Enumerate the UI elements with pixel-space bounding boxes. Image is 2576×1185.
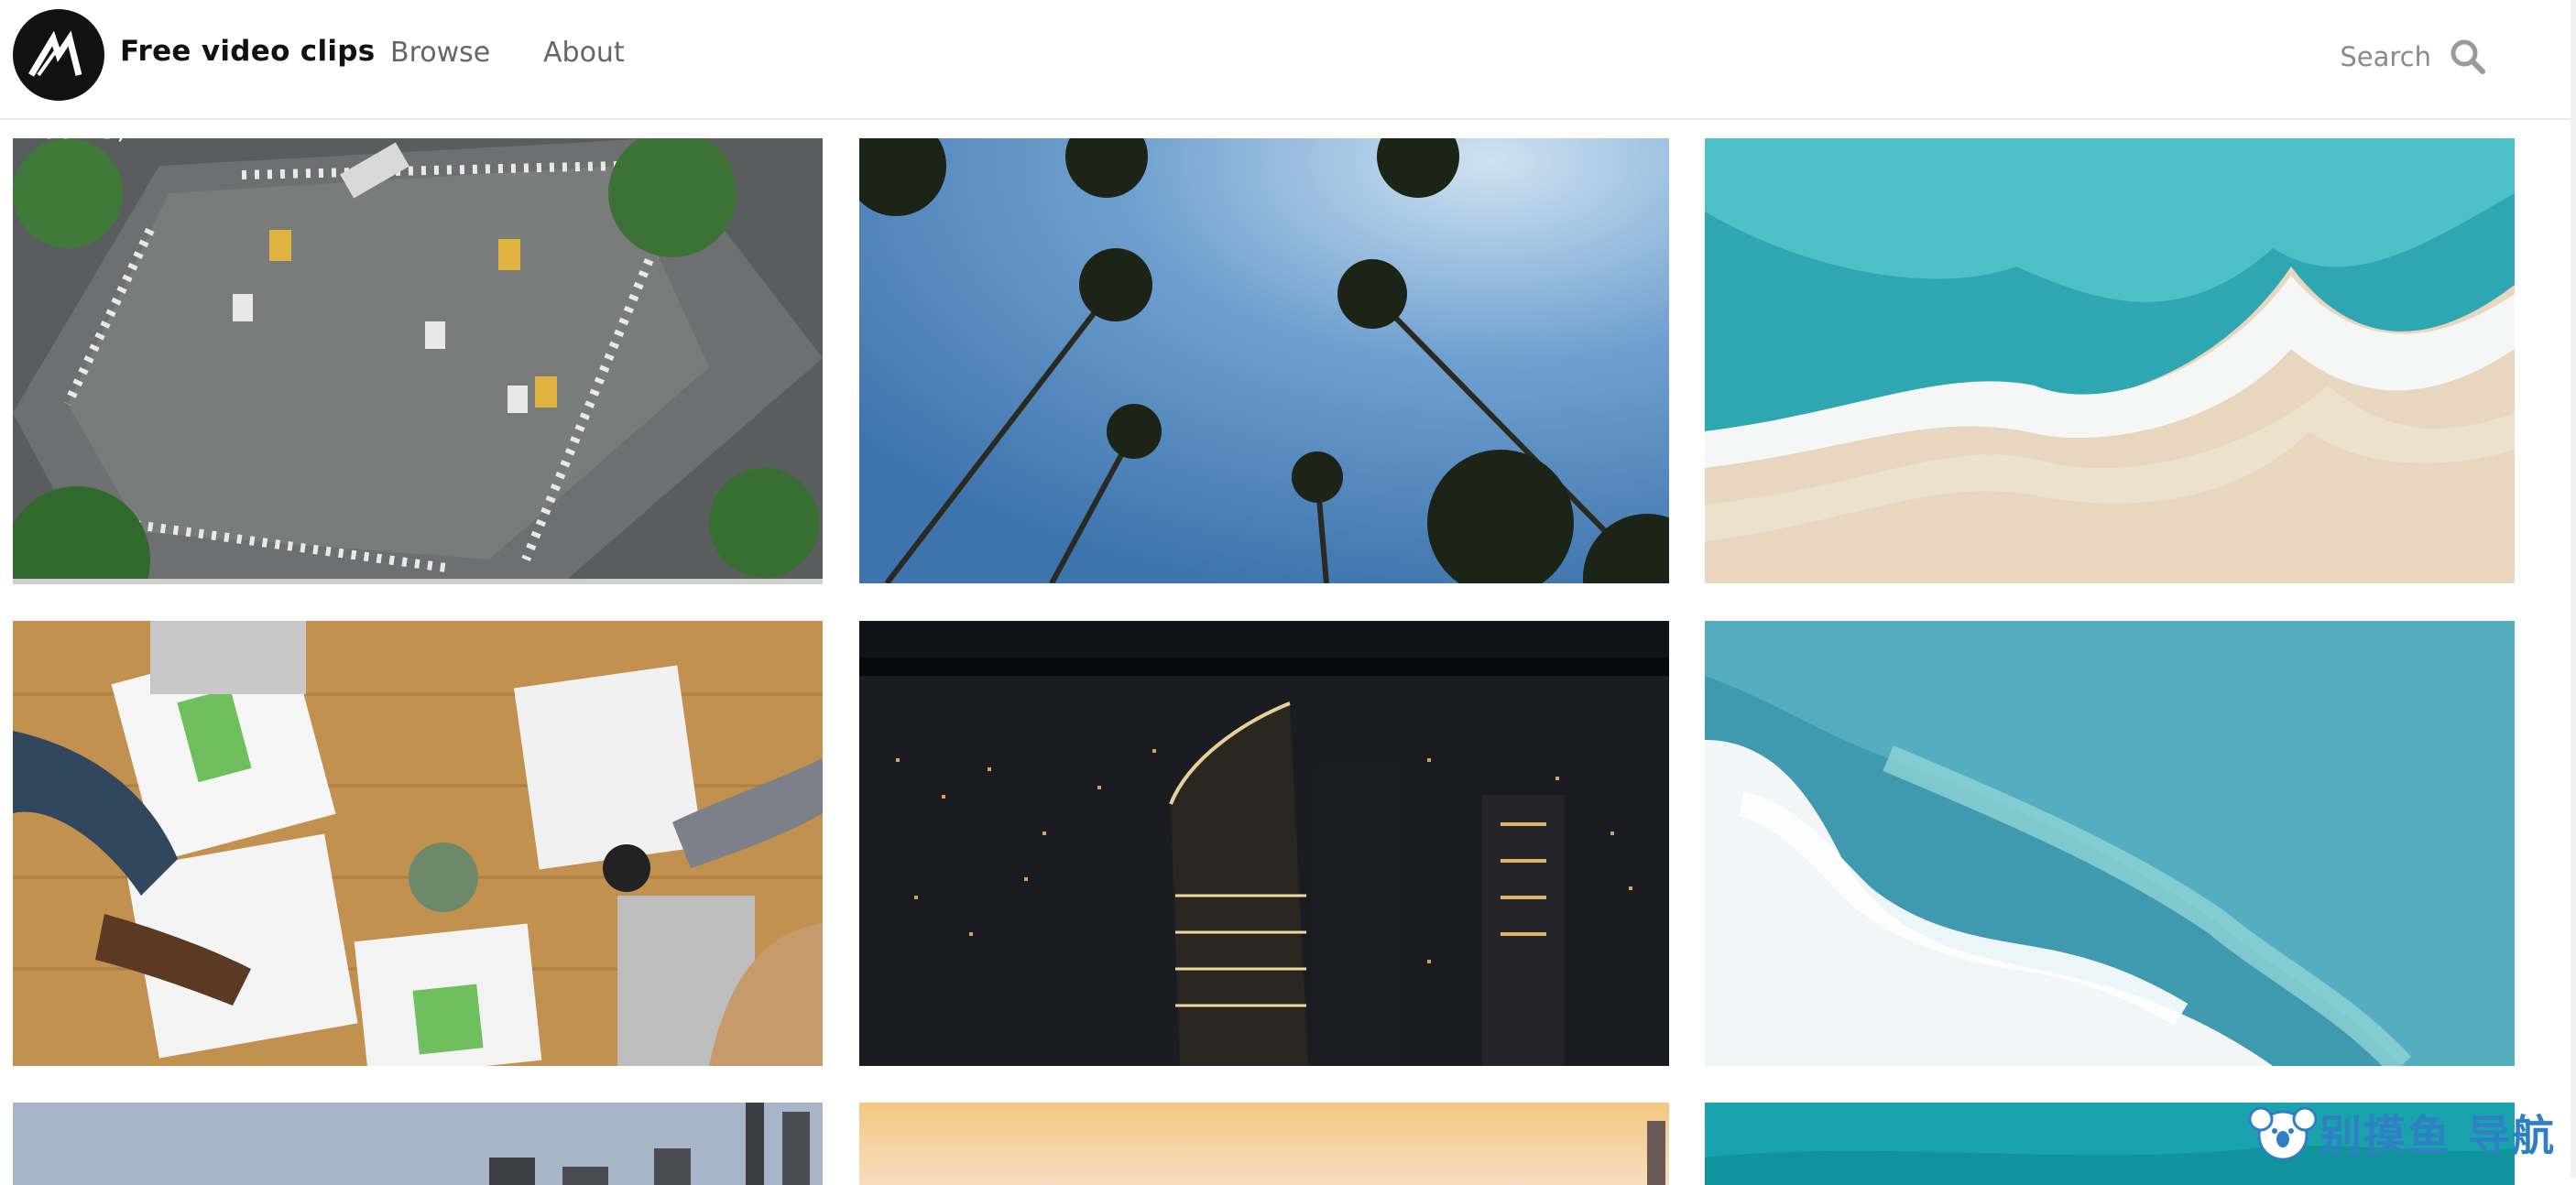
video-tile-sunset[interactable] — [859, 1103, 1669, 1185]
page-scrollbar[interactable] — [2571, 0, 2576, 1178]
search-icon[interactable] — [2448, 37, 2488, 77]
search-bar — [2255, 29, 2488, 84]
brand-title[interactable]: Free video clips — [120, 35, 376, 68]
video-tile-ocean-wave[interactable] — [1705, 621, 2515, 1066]
watermark-text: 别摸鱼 导航 — [2319, 1111, 2556, 1160]
video-tile-office-desk[interactable] — [13, 621, 823, 1066]
video-tile-palm-trees[interactable] — [859, 138, 1669, 583]
search-input[interactable] — [2255, 40, 2448, 73]
video-tile-beach-waves[interactable] — [1705, 138, 2515, 583]
video-progress-bar[interactable] — [13, 579, 823, 584]
koala-icon — [2248, 1106, 2318, 1161]
video-tile-night-city[interactable] — [859, 621, 1669, 1066]
logo[interactable] — [13, 9, 104, 101]
video-tile-skyline[interactable] — [13, 1103, 823, 1185]
logo-mark-icon — [27, 30, 82, 77]
top-navigation-bar: Free video clips Browse About — [0, 0, 2571, 120]
nav-about-link[interactable]: About — [543, 37, 625, 69]
watermark: 别摸鱼 导航 — [2246, 1101, 2556, 1165]
video-tile-city-intersection[interactable] — [13, 138, 823, 583]
nav-browse-link[interactable]: Browse — [390, 37, 490, 69]
